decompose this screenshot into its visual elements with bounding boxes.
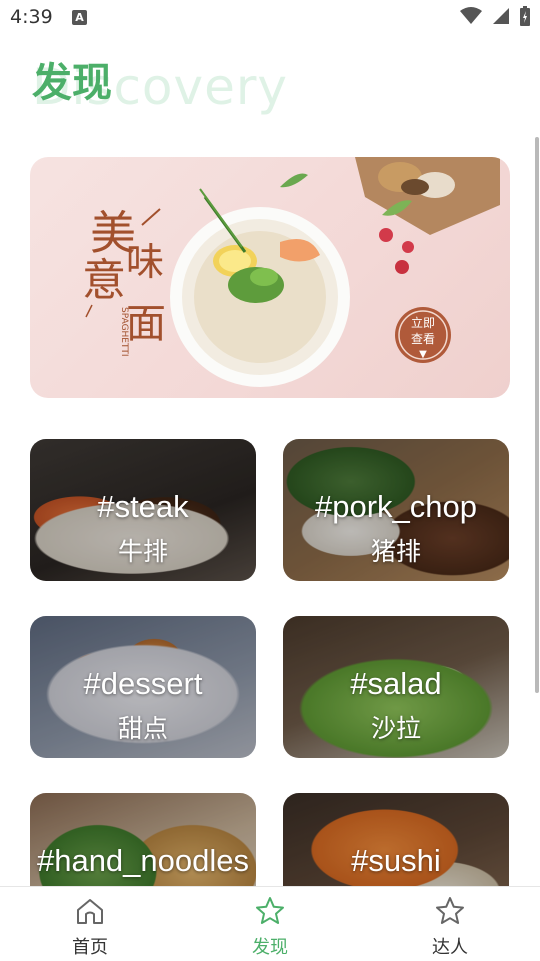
discovery-feed[interactable]: 美 意 味 面 SPAGHETTI 立即 查看 ▼ #steak 牛排 #por…: [0, 140, 540, 886]
category-card-steak[interactable]: #steak 牛排: [30, 439, 256, 581]
category-name: 猪排: [370, 537, 421, 566]
battery-icon: [520, 6, 530, 26]
nav-home-label: 首页: [72, 937, 108, 958]
category-tag: #steak: [97, 489, 189, 524]
category-card-sushi[interactable]: #sushi: [283, 793, 509, 886]
home-icon: [77, 899, 103, 924]
banner-cta-arrow: ▼: [419, 349, 427, 360]
nav-experts-label: 达人: [432, 937, 468, 958]
notification-icon: A: [72, 10, 87, 25]
star-icon: [436, 897, 464, 924]
banner-cta-line-2: 查看: [411, 332, 435, 346]
category-card-dessert[interactable]: #dessert 甜点: [30, 616, 256, 758]
category-tag: #dessert: [83, 666, 203, 701]
nav-discovery-label: 发现: [252, 937, 288, 958]
svg-text:味: 味: [126, 240, 164, 284]
wifi-icon: [460, 7, 482, 24]
category-name: 甜点: [117, 714, 168, 743]
banner-illustration: 美 意 味 面 SPAGHETTI 立即 查看 ▼: [82, 157, 500, 387]
page-title: 发现: [32, 60, 112, 106]
nav-discovery[interactable]: 发现: [180, 887, 360, 961]
status-bar: 4:39 A: [0, 0, 540, 36]
category-name: 牛排: [117, 537, 168, 566]
category-tag: #salad: [350, 666, 442, 701]
page-header: Discovery 发现: [0, 40, 540, 130]
svg-text:面: 面: [126, 301, 166, 347]
category-name: 沙拉: [370, 714, 421, 743]
status-time: 4:39: [10, 6, 53, 28]
signal-icon: [493, 8, 509, 24]
bottom-navigation: 首页 发现 达人: [0, 886, 540, 961]
category-card-pork-chop[interactable]: #pork_chop 猪排: [283, 439, 509, 581]
category-tag: #hand_noodles: [36, 843, 250, 878]
category-tag: #sushi: [351, 843, 441, 878]
featured-banner[interactable]: 美 意 味 面 SPAGHETTI 立即 查看 ▼: [30, 157, 510, 398]
category-tag: #pork_chop: [314, 489, 477, 524]
nav-experts[interactable]: 达人: [360, 887, 540, 961]
status-icons: [460, 6, 530, 26]
banner-cta-line-1: 立即: [411, 315, 435, 330]
star-icon: [256, 897, 284, 924]
category-card-hand-noodles[interactable]: #hand_noodles: [30, 793, 256, 886]
nav-home[interactable]: 首页: [0, 887, 180, 961]
banner-subtext: SPAGHETTI: [119, 307, 129, 356]
svg-text:意: 意: [82, 255, 126, 306]
category-card-salad[interactable]: #salad 沙拉: [283, 616, 509, 758]
